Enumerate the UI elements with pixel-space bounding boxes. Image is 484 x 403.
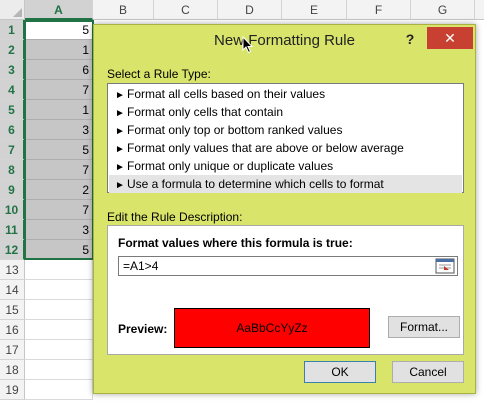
cell-a10[interactable]: 7 — [25, 200, 93, 220]
row-header-7[interactable]: 7 — [0, 140, 25, 160]
rule-type-item[interactable]: ► Format all cells based on their values — [109, 85, 462, 103]
cell-a19[interactable] — [25, 380, 93, 400]
row-header-2[interactable]: 2 — [0, 40, 25, 60]
rule-type-item[interactable]: ► Format only top or bottom ranked values — [109, 121, 462, 139]
column-header-b[interactable]: B — [93, 0, 154, 20]
rule-type-item[interactable]: ► Format only values that are above or be… — [109, 139, 462, 157]
column-header-d[interactable]: D — [218, 0, 282, 20]
column-header-f[interactable]: F — [347, 0, 411, 20]
select-all-corner[interactable] — [0, 0, 25, 20]
row-header-1[interactable]: 1 — [0, 20, 25, 40]
cell-a9[interactable]: 2 — [25, 180, 93, 200]
row-header-9[interactable]: 9 — [0, 180, 25, 200]
row-header-10[interactable]: 10 — [0, 200, 25, 220]
column-header-c[interactable]: C — [154, 0, 218, 20]
cell-a12[interactable]: 5 — [25, 240, 93, 260]
rule-description-panel: Format values where this formula is true… — [107, 225, 464, 355]
rule-type-item[interactable]: ► Format only unique or duplicate values — [109, 157, 462, 175]
rule-type-list: ► Format all cells based on their values … — [107, 83, 464, 193]
cell-a4[interactable]: 7 — [25, 80, 93, 100]
column-header-a[interactable]: A — [25, 0, 93, 20]
cancel-button[interactable]: Cancel — [392, 361, 464, 383]
row-header-5[interactable]: 5 — [0, 100, 25, 120]
column-header-g[interactable]: G — [411, 0, 475, 20]
row-header-3[interactable]: 3 — [0, 60, 25, 80]
cell-a15[interactable] — [25, 300, 93, 320]
cell-a13[interactable] — [25, 260, 93, 280]
cell-a5[interactable]: 1 — [25, 100, 93, 120]
cell-a17[interactable] — [25, 340, 93, 360]
preview-label: Preview: — [118, 322, 168, 336]
row-header-18[interactable]: 18 — [0, 360, 25, 380]
edit-description-label: Edit the Rule Description: — [107, 210, 243, 224]
cell-a14[interactable] — [25, 280, 93, 300]
dialog-titlebar[interactable]: New Formatting Rule ? ✕ — [94, 25, 475, 55]
cell-a7[interactable]: 5 — [25, 140, 93, 160]
column-header-e[interactable]: E — [282, 0, 347, 20]
mouse-cursor-icon — [242, 36, 254, 54]
close-button[interactable]: ✕ — [427, 27, 473, 49]
cell-a1[interactable]: 5 — [25, 20, 93, 40]
format-button[interactable]: Format... — [388, 316, 460, 338]
rule-type-item[interactable]: ► Format only cells that contain — [109, 103, 462, 121]
formula-input[interactable]: =A1>4 — [118, 256, 458, 276]
cell-a11[interactable]: 3 — [25, 220, 93, 240]
row-header-19[interactable]: 19 — [0, 380, 25, 400]
ok-button[interactable]: OK — [304, 361, 376, 383]
cell-a16[interactable] — [25, 320, 93, 340]
cell-a6[interactable]: 3 — [25, 120, 93, 140]
select-rule-type-label: Select a Rule Type: — [107, 67, 211, 81]
help-button[interactable]: ? — [397, 29, 423, 49]
cell-a2[interactable]: 1 — [25, 40, 93, 60]
row-header-15[interactable]: 15 — [0, 300, 25, 320]
row-header-16[interactable]: 16 — [0, 320, 25, 340]
preview-sample: AaBbCcYyZz — [174, 308, 370, 348]
row-header-11[interactable]: 11 — [0, 220, 25, 240]
row-header-12[interactable]: 12 — [0, 240, 25, 260]
cell-a18[interactable] — [25, 360, 93, 380]
new-formatting-rule-dialog: New Formatting Rule ? ✕ Select a Rule Ty… — [93, 24, 476, 394]
rule-type-item-selected[interactable]: ► Use a formula to determine which cells … — [109, 175, 462, 193]
row-header-8[interactable]: 8 — [0, 160, 25, 180]
column-header-overflow — [475, 0, 484, 20]
cell-a8[interactable]: 7 — [25, 160, 93, 180]
row-header-17[interactable]: 17 — [0, 340, 25, 360]
cell-a3[interactable]: 6 — [25, 60, 93, 80]
row-header-13[interactable]: 13 — [0, 260, 25, 280]
collapse-range-icon[interactable] — [435, 258, 455, 274]
row-header-6[interactable]: 6 — [0, 120, 25, 140]
formula-heading: Format values where this formula is true… — [118, 236, 353, 250]
row-header-14[interactable]: 14 — [0, 280, 25, 300]
row-header-4[interactable]: 4 — [0, 80, 25, 100]
triangle-right-icon: ► — [115, 180, 125, 191]
